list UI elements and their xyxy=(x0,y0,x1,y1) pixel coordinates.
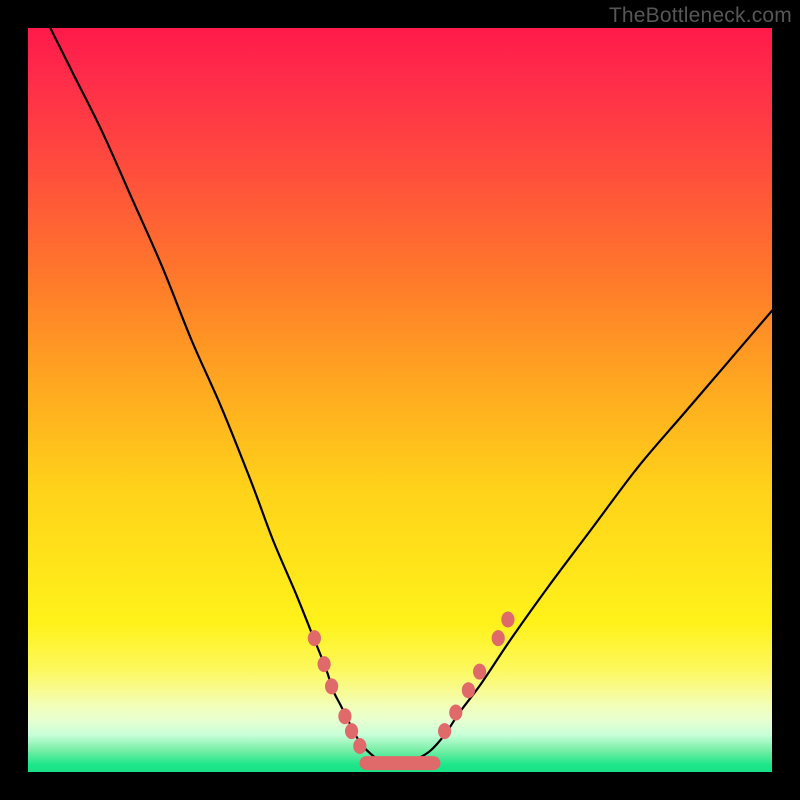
watermark-text: TheBottleneck.com xyxy=(609,4,792,28)
highlight-marker xyxy=(318,656,331,672)
highlight-marker xyxy=(449,705,462,721)
chart-stage: TheBottleneck.com xyxy=(0,0,800,800)
highlight-markers xyxy=(308,612,515,755)
highlight-marker xyxy=(338,708,351,724)
highlight-marker xyxy=(501,612,514,628)
highlight-marker xyxy=(492,630,505,646)
highlight-marker xyxy=(438,723,451,739)
plot-area xyxy=(28,28,772,772)
highlight-marker xyxy=(325,678,338,694)
highlight-marker xyxy=(308,630,321,646)
highlight-marker xyxy=(473,664,486,680)
bottleneck-curve xyxy=(50,28,772,765)
highlight-marker xyxy=(345,723,358,739)
chart-svg xyxy=(28,28,772,772)
highlight-marker xyxy=(353,738,366,754)
highlight-marker xyxy=(462,682,475,698)
